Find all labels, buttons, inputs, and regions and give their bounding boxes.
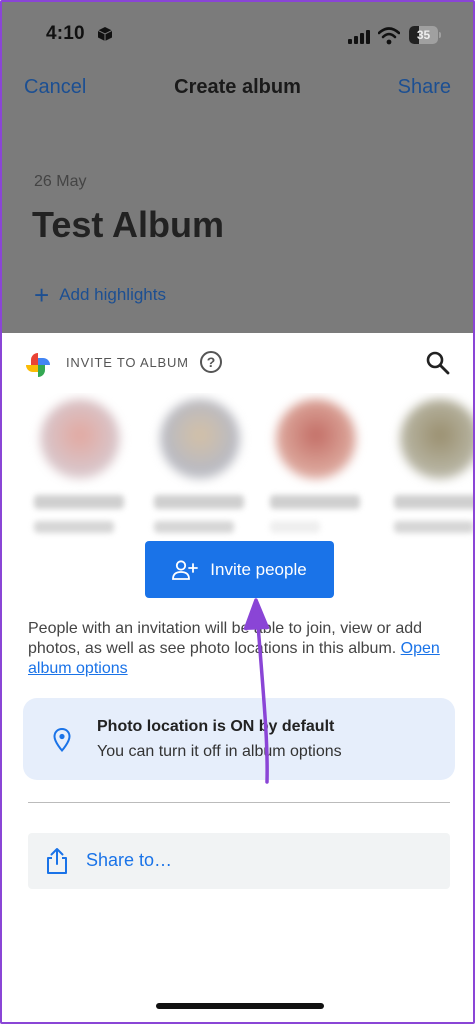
album-title[interactable]: Test Album: [32, 204, 224, 246]
share-icon: [47, 848, 67, 874]
search-icon[interactable]: [424, 349, 452, 377]
avatar: [400, 399, 473, 479]
add-highlights-button[interactable]: + Add highlights: [34, 280, 166, 310]
help-icon[interactable]: ?: [200, 351, 222, 373]
share-to-label: Share to…: [86, 850, 173, 870]
invite-info-body: People with an invitation will be able t…: [28, 620, 423, 657]
location-notice-title: Photo location is ON by default: [97, 718, 335, 735]
contact-email-blurred: [270, 521, 320, 533]
contact-name-blurred: [34, 495, 124, 509]
suggested-contacts: [2, 393, 473, 543]
contact-email-blurred: [394, 521, 473, 533]
contact-item[interactable]: [262, 399, 372, 539]
status-bar: 4:10 35: [2, 2, 473, 66]
contact-item[interactable]: [386, 399, 473, 539]
status-time: 4:10: [46, 23, 85, 44]
invite-people-button[interactable]: Invite people: [145, 541, 334, 598]
add-highlights-label: Add highlights: [59, 285, 166, 304]
avatar: [276, 399, 356, 479]
location-notice-subtitle: You can turn it off in album options: [97, 743, 342, 760]
contact-item[interactable]: [146, 399, 256, 539]
home-indicator[interactable]: [156, 1003, 324, 1009]
google-photos-logo: [26, 353, 50, 377]
location-pin-icon: [53, 728, 71, 752]
signal-icon: [348, 30, 370, 44]
share-button[interactable]: Share: [398, 76, 451, 99]
divider: [28, 802, 450, 803]
share-to-button[interactable]: Share to…: [28, 833, 450, 889]
avatar: [40, 399, 120, 479]
battery-icon: 35: [409, 26, 438, 44]
invite-info-text: People with an invitation will be able t…: [28, 619, 448, 679]
invite-to-album-label: INVITE TO ALBUM: [66, 355, 189, 370]
contact-email-blurred: [154, 521, 234, 533]
avatar: [160, 399, 240, 479]
dimmed-background[interactable]: 4:10 35 Cancel Create album Share 26 May…: [2, 2, 473, 333]
battery-level: 35: [416, 28, 431, 42]
battery-tip: [439, 32, 441, 38]
contact-item[interactable]: [26, 399, 136, 539]
invite-sheet: INVITE TO ALBUM ? Invite people People w…: [2, 333, 473, 1022]
contact-name-blurred: [394, 495, 473, 509]
contact-name-blurred: [154, 495, 244, 509]
contact-name-blurred: [270, 495, 360, 509]
sheet-header: INVITE TO ALBUM ?: [2, 333, 473, 393]
wifi-icon: [378, 27, 400, 45]
location-notice: Photo location is ON by default You can …: [23, 698, 455, 780]
cube-icon: [98, 27, 112, 41]
add-person-icon: [172, 559, 199, 580]
invite-people-label: Invite people: [210, 559, 307, 579]
plus-icon: +: [34, 280, 50, 310]
screen-frame: 4:10 35 Cancel Create album Share 26 May…: [0, 0, 475, 1024]
contact-email-blurred: [34, 521, 114, 533]
album-date: 26 May: [34, 173, 87, 190]
